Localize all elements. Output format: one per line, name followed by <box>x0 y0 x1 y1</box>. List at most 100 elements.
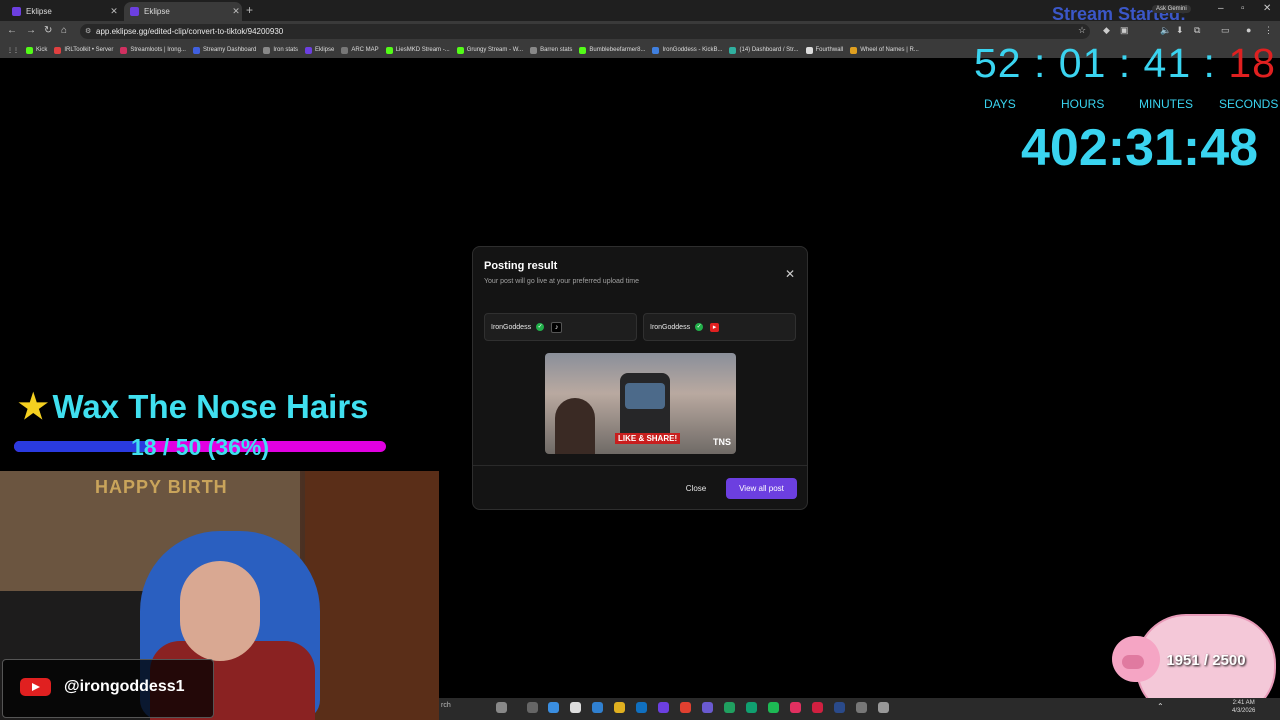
close-button[interactable]: Close <box>676 478 716 499</box>
goal-progress-text: 18 / 50 (36%) <box>130 434 270 460</box>
bookmark-item[interactable]: IRLToolkit • Server <box>54 46 113 54</box>
bookmark-item[interactable]: Streamy Dashboard <box>192 46 256 54</box>
bookmark-item[interactable]: IronGoddess - KickB... <box>652 46 722 54</box>
extension-icon[interactable]: ▣ <box>1120 25 1129 36</box>
youtube-handle: @irongoddess1 <box>64 678 185 695</box>
hours-label: HOURS <box>1061 97 1105 111</box>
steam-icon[interactable] <box>834 702 845 713</box>
mute-icon[interactable]: 🔈 <box>1160 25 1171 36</box>
tray-chevron-icon[interactable]: ⌃ <box>1157 702 1164 711</box>
bookmark-star-icon[interactable]: ☆ <box>1078 25 1086 36</box>
tiktok-icon: ♪ <box>551 321 563 333</box>
minutes-label: MINUTES <box>1139 97 1193 111</box>
discord-icon[interactable] <box>702 702 713 713</box>
app-icon[interactable] <box>746 702 757 713</box>
app-icon[interactable] <box>878 702 889 713</box>
eklipse-favicon-icon <box>12 7 21 16</box>
goal-title-text: Wax The Nose Hairs <box>52 388 369 425</box>
minimize-icon[interactable]: – <box>1218 3 1224 14</box>
star-icon: ★ <box>18 388 49 426</box>
bookmark-item[interactable]: (14) Dashboard / Str... <box>729 46 799 54</box>
browser-tab-active[interactable]: Eklipse ✕ <box>124 2 242 21</box>
bookmark-item[interactable]: LiesMKD Stream -... <box>385 46 450 54</box>
app-icon[interactable] <box>658 702 669 713</box>
home-icon[interactable]: ⌂ <box>61 25 67 36</box>
streamer-face <box>180 561 260 661</box>
browser-tab[interactable]: Eklipse ✕ <box>6 2 120 21</box>
thumbnail-logo: TNS <box>713 437 731 447</box>
bookmark-item[interactable]: Iron stats <box>263 46 298 54</box>
close-tab-icon[interactable]: ✕ <box>108 6 120 17</box>
close-tab-icon[interactable]: ✕ <box>230 6 242 17</box>
app-icon[interactable] <box>790 702 801 713</box>
sidebar-icon[interactable]: ▭ <box>1221 25 1230 36</box>
taskbar-clock[interactable]: 2:41 AM 4/3/2026 <box>1232 699 1255 715</box>
close-window-icon[interactable]: ✕ <box>1263 3 1271 14</box>
clock-date: 4/3/2026 <box>1232 708 1256 714</box>
webcam-door <box>305 471 439 720</box>
extension-icon[interactable]: ◆ <box>1103 25 1110 36</box>
eklipse-favicon-icon <box>130 7 139 16</box>
countdown-seconds: 18 <box>1228 40 1276 86</box>
site-info-icon[interactable]: ⚙ <box>85 24 91 39</box>
task-view-icon[interactable] <box>527 702 538 713</box>
dialog-divider <box>473 465 807 466</box>
bookmark-item[interactable]: Bumblebeefarmer8... <box>579 46 645 54</box>
bookmark-item[interactable]: Wheel of Names | R... <box>850 46 919 54</box>
goal-title: ★ Wax The Nose Hairs <box>18 387 369 427</box>
countdown-main: 52 : 01 : 41 : <box>974 40 1229 86</box>
thumbnail-facecam <box>555 398 595 454</box>
app-icon[interactable] <box>724 702 735 713</box>
app-icon[interactable] <box>636 702 647 713</box>
youtube-logo-icon <box>20 678 51 696</box>
view-all-post-button[interactable]: View all post <box>726 478 797 499</box>
url-bar[interactable]: ⚙ app.eklipse.gg/edited-clip/convert-to-… <box>80 24 1090 39</box>
thumbnail-caption: LIKE & SHARE! <box>615 433 681 444</box>
bookmark-item[interactable]: ARC MAP <box>341 46 379 54</box>
forward-icon[interactable]: → <box>26 25 36 36</box>
chrome-icon[interactable] <box>680 702 691 713</box>
piggy-bank-count: 1951 / 2500 <box>1166 652 1246 669</box>
spotify-icon[interactable] <box>768 702 779 713</box>
clip-thumbnail: LIKE & SHARE! TNS <box>545 353 736 454</box>
bookmark-item[interactable]: Streamloots | Irong... <box>120 46 186 54</box>
edge-icon[interactable] <box>592 702 603 713</box>
bookmark-item[interactable]: Barren stats <box>530 46 572 54</box>
settings-icon[interactable] <box>856 702 867 713</box>
dialog-title: Posting result <box>484 260 558 272</box>
bookmark-item[interactable]: Fourthwall <box>805 46 843 54</box>
bookmark-item[interactable]: Eklipse <box>305 46 334 54</box>
extensions-icon[interactable]: ⧉ <box>1194 25 1200 36</box>
account-card-tiktok: IronGoddess ✓ ♪ <box>484 313 637 341</box>
tab-title: Eklipse <box>26 7 52 16</box>
apps-icon[interactable]: ⋮⋮ <box>7 47 19 54</box>
close-icon[interactable]: ✕ <box>785 267 795 281</box>
thumbnail-scope-lens <box>625 383 665 409</box>
bookmark-item[interactable]: Kick <box>26 46 47 54</box>
dialog-subtitle: Your post will go live at your preferred… <box>484 278 639 285</box>
app-icon[interactable] <box>496 702 507 713</box>
success-check-icon: ✓ <box>695 323 704 331</box>
account-card-youtube: IronGoddess ✓ ▸ <box>643 313 796 341</box>
youtube-icon: ▸ <box>710 322 720 332</box>
download-icon[interactable]: ⬇ <box>1176 25 1184 36</box>
profile-icon[interactable]: ● <box>1246 25 1251 35</box>
new-tab-icon[interactable]: + <box>246 3 253 17</box>
taskbar-search[interactable]: rch <box>441 702 451 709</box>
maximize-icon[interactable]: ▫ <box>1241 3 1245 14</box>
app-icon[interactable] <box>548 702 559 713</box>
file-explorer-icon[interactable] <box>614 702 625 713</box>
bookmark-item[interactable]: Grungy Stream - W... <box>456 46 523 54</box>
menu-icon[interactable]: ⋮ <box>1264 25 1273 36</box>
days-label: DAYS <box>984 97 1016 111</box>
back-icon[interactable]: ← <box>7 25 17 36</box>
ask-gemini-button[interactable]: Ask Gemini <box>1152 5 1191 13</box>
account-name: IronGoddess <box>650 323 691 331</box>
app-icon[interactable] <box>570 702 581 713</box>
uptime-timer: 402:31:48 <box>1021 119 1259 177</box>
reload-icon[interactable]: ↻ <box>44 25 52 36</box>
account-name: IronGoddess <box>491 323 532 331</box>
seconds-label: SECONDS <box>1219 97 1279 111</box>
app-icon[interactable] <box>812 702 823 713</box>
birthday-banner: HAPPY BIRTH <box>95 477 228 497</box>
